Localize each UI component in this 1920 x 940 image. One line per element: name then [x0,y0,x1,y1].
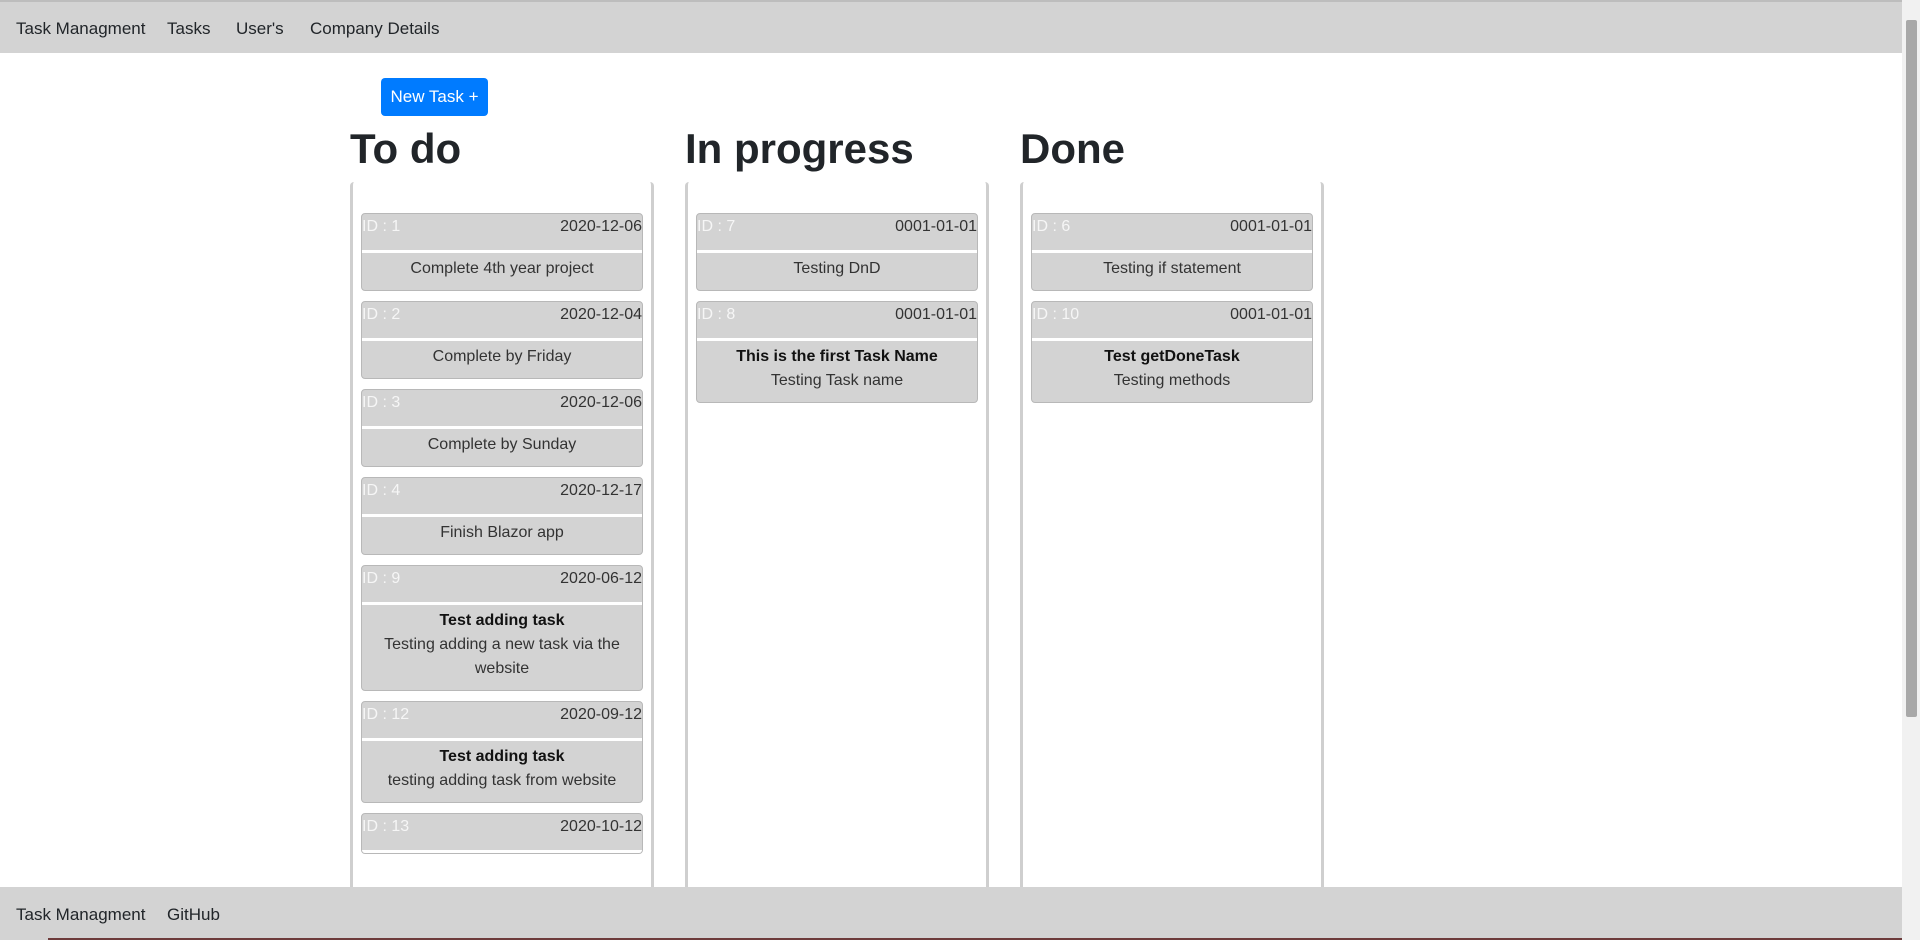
nav-users-link[interactable]: User's [236,19,284,39]
nav-brand-link[interactable]: Task Managment [16,19,145,39]
done-column[interactable]: ID : 6 0001-01-01 Testing if statement ID :… [1020,182,1324,887]
task-date: 2020-06-12 [560,570,642,587]
nav-tasks-link[interactable]: Tasks [167,19,210,39]
task-description: Finish Blazor app [440,524,564,541]
task-card-header: ID : 8 0001-01-01 [697,302,977,341]
todo-column-title: To do [350,125,462,172]
task-id: ID : 8 [697,306,736,323]
task-id: ID : 2 [362,306,401,323]
done-card-list: ID : 6 0001-01-01 Testing if statement ID :… [1031,213,1313,413]
task-description: Complete 4th year project [410,260,594,277]
todo-card-list: ID : 1 2020-12-06 Complete 4th year projec… [361,213,643,864]
task-date: 2020-12-04 [560,306,642,323]
task-name: Test adding task [439,748,565,765]
task-card-header: ID : 1 2020-12-06 [362,214,642,253]
task-card[interactable]: ID : 13 2020-10-12 [361,813,643,854]
task-description: testing adding task from website [387,772,617,789]
task-id: ID : 10 [1032,306,1080,323]
task-card-body: Complete by Friday [362,341,642,378]
task-date: 0001-01-01 [1230,306,1312,323]
task-card-body: Test adding task Testing adding a new tas… [362,605,642,690]
task-card[interactable]: ID : 4 2020-12-17 Finish Blazor app [361,477,643,555]
footer-bar: Task Managment GitHub [0,887,1902,940]
task-description: Testing DnD [793,260,881,277]
inprogress-card-list: ID : 7 0001-01-01 Testing DnD ID : 8 0001-01… [696,213,978,413]
task-card[interactable]: ID : 9 2020-06-12 Test adding task Testing … [361,565,643,691]
new-task-button[interactable]: New Task + [381,78,488,116]
done-column-title: Done [1020,125,1125,172]
task-date: 0001-01-01 [895,218,977,235]
task-description: Testing methods [1113,372,1231,389]
task-name: Test getDoneTask [1104,348,1240,365]
task-id: ID : 6 [1032,218,1071,235]
task-card-header: ID : 6 0001-01-01 [1032,214,1312,253]
task-date: 0001-01-01 [1230,218,1312,235]
task-card[interactable]: ID : 6 0001-01-01 Testing if statement [1031,213,1313,291]
task-id: ID : 9 [362,570,401,587]
task-id: ID : 1 [362,218,401,235]
footer-brand-link[interactable]: Task Managment [16,905,145,925]
task-card[interactable]: ID : 12 2020-09-12 Test adding task testing… [361,701,643,803]
page-scrollbar[interactable] [1902,0,1920,940]
scrollbar-thumb[interactable] [1906,20,1917,717]
task-card-body: Complete by Sunday [362,429,642,466]
footer-github-link[interactable]: GitHub [167,905,220,925]
task-date: 2020-12-06 [560,218,642,235]
task-card-header: ID : 2 2020-12-04 [362,302,642,341]
task-card-header: ID : 7 0001-01-01 [697,214,977,253]
task-id: ID : 7 [697,218,736,235]
task-card-body: This is the first Task Name Testing Task … [697,341,977,402]
task-name: This is the first Task Name [736,348,938,365]
task-card[interactable]: ID : 8 0001-01-01 This is the first Task N… [696,301,978,403]
task-date: 2020-10-12 [560,818,642,835]
task-description: Testing Task name [770,372,904,389]
task-card[interactable]: ID : 2 2020-12-04 Complete by Friday [361,301,643,379]
task-card-body: Testing DnD [697,253,977,290]
task-card-header: ID : 4 2020-12-17 [362,478,642,517]
top-navbar: Task Managment Tasks User's Company Deta… [0,0,1902,53]
task-id: ID : 4 [362,482,401,499]
task-date: 2020-09-12 [560,706,642,723]
task-card-body: Testing if statement [1032,253,1312,290]
task-date: 0001-01-01 [895,306,977,323]
nav-company-details-link[interactable]: Company Details [310,19,439,39]
task-card-header: ID : 3 2020-12-06 [362,390,642,429]
task-card[interactable]: ID : 3 2020-12-06 Complete by Sunday [361,389,643,467]
task-date: 2020-12-06 [560,394,642,411]
task-card[interactable]: ID : 10 0001-01-01 Test getDoneTask Testing… [1031,301,1313,403]
task-description: Testing if statement [1103,260,1241,277]
task-card-header: ID : 9 2020-06-12 [362,566,642,605]
task-description: Testing adding a new task via the websit… [384,636,620,677]
task-card-body: Finish Blazor app [362,517,642,554]
task-id: ID : 13 [362,818,410,835]
todo-column[interactable]: ID : 1 2020-12-06 Complete 4th year projec… [350,182,654,887]
task-card-body: Test adding task testing adding task from… [362,741,642,802]
inprogress-column[interactable]: ID : 7 0001-01-01 Testing DnD ID : 8 0001-01… [685,182,989,887]
task-card-body: Test getDoneTask Testing methods [1032,341,1312,402]
task-card[interactable]: ID : 1 2020-12-06 Complete 4th year projec… [361,213,643,291]
task-card-header: ID : 10 0001-01-01 [1032,302,1312,341]
task-name: Test adding task [439,612,565,629]
task-card-header: ID : 12 2020-09-12 [362,702,642,741]
task-description: Complete by Sunday [427,436,577,453]
task-card-header: ID : 13 2020-10-12 [362,814,642,853]
task-card-body: Complete 4th year project [362,253,642,290]
task-date: 2020-12-17 [560,482,642,499]
task-description: Complete by Friday [432,348,572,365]
inprogress-column-title: In progress [685,125,914,172]
task-id: ID : 3 [362,394,401,411]
task-id: ID : 12 [362,706,410,723]
task-card[interactable]: ID : 7 0001-01-01 Testing DnD [696,213,978,291]
